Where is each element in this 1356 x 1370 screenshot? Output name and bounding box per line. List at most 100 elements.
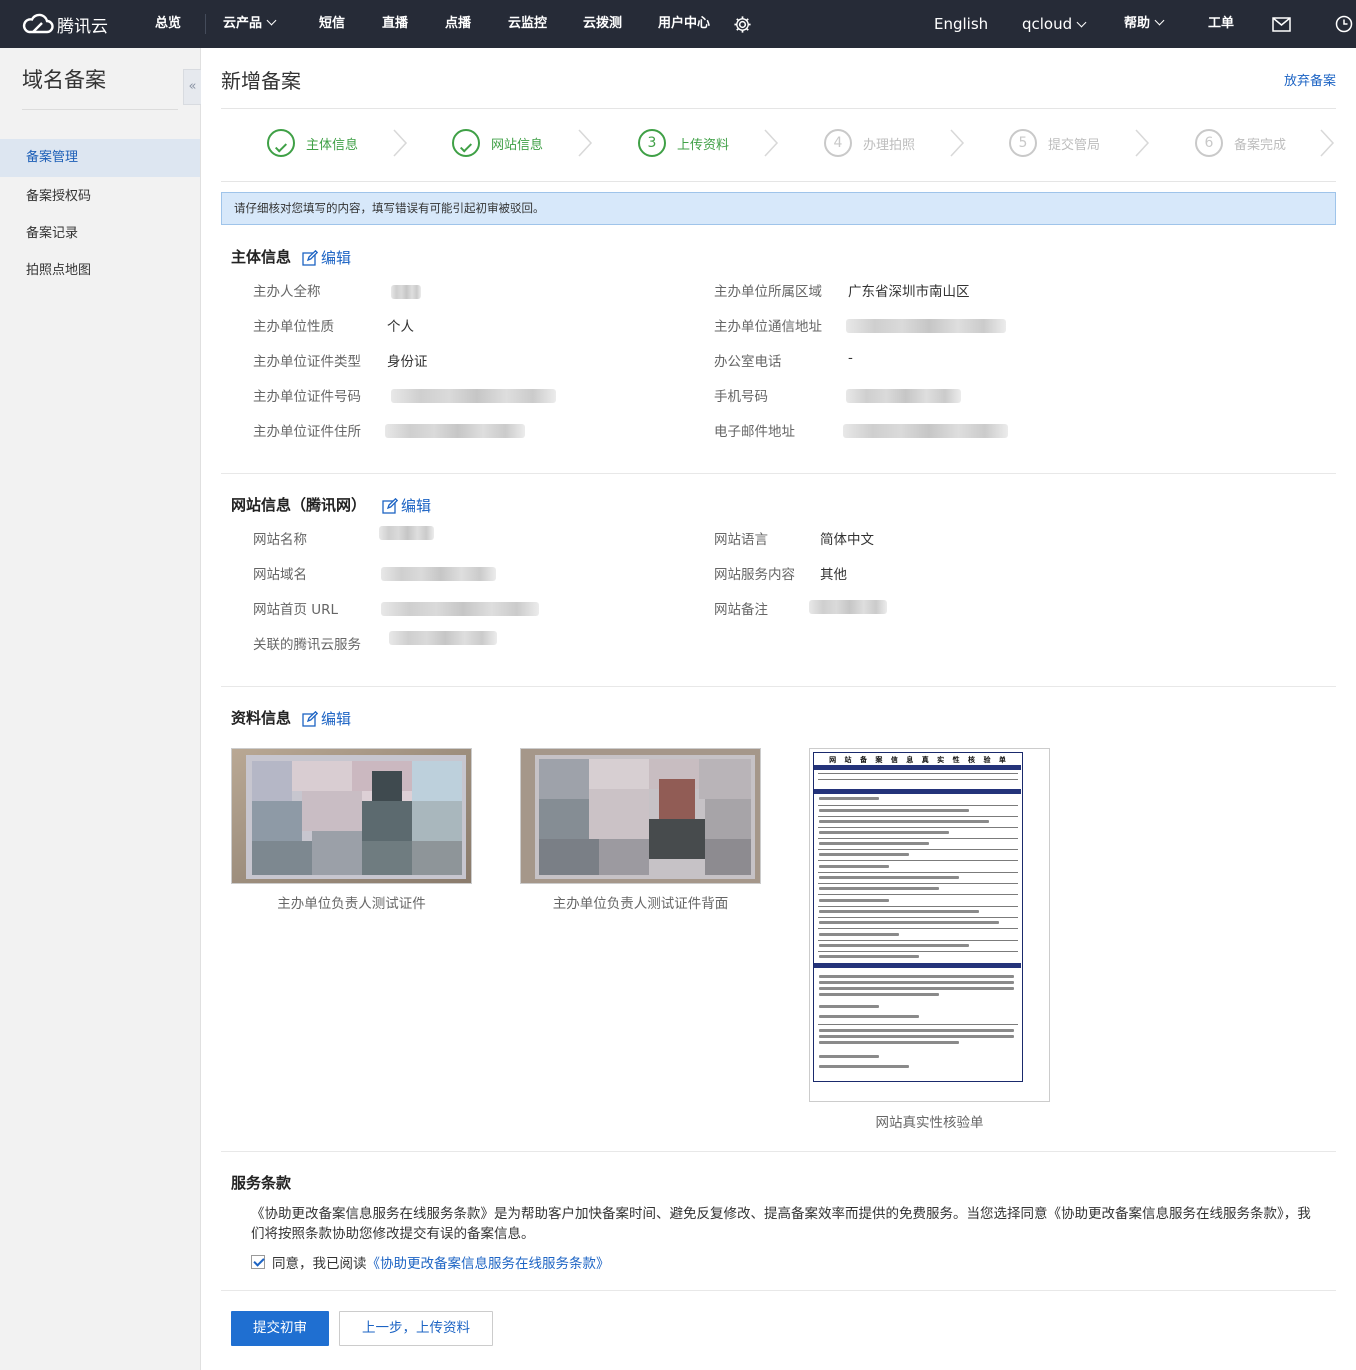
help-label: 帮助: [1124, 16, 1151, 31]
help-menu[interactable]: 帮助: [1124, 0, 1165, 48]
form-line: [818, 860, 1018, 861]
form-text: [819, 1065, 909, 1068]
step-arrow-icon: [1320, 129, 1335, 157]
edit-subject-link[interactable]: 编辑: [302, 247, 351, 268]
field-value: -: [848, 350, 853, 366]
redacted-value: [809, 600, 887, 614]
steps-divider: [221, 181, 1336, 182]
nav-sms[interactable]: 短信: [319, 0, 345, 48]
form-text: [819, 865, 889, 868]
step-photo: 4 办理拍照: [824, 128, 915, 158]
field-label: 网站名称: [253, 532, 307, 548]
id-card-front-image[interactable]: [231, 748, 472, 884]
sidebar-item-records[interactable]: 备案记录: [0, 215, 200, 253]
step-arrow-icon: [950, 129, 965, 157]
edit-materials-link[interactable]: 编辑: [302, 708, 351, 729]
nav-cloud-products[interactable]: 云产品: [223, 0, 277, 48]
form-text: [819, 975, 1014, 978]
edit-label: 编辑: [401, 497, 432, 515]
abandon-filing-link[interactable]: 放弃备案: [1284, 70, 1336, 89]
edit-icon: [302, 710, 318, 727]
form-line: [818, 940, 1018, 941]
form-text: [819, 910, 979, 913]
sidebar-item-photo-map[interactable]: 拍照点地图: [0, 252, 200, 290]
ticket-link[interactable]: 工单: [1208, 0, 1234, 48]
sidebar-item-auth-code[interactable]: 备案授权码: [0, 178, 200, 216]
form-text: [819, 1015, 919, 1018]
sidebar-item-filing-management[interactable]: 备案管理: [0, 139, 200, 177]
nav-overview[interactable]: 总览: [155, 0, 181, 48]
verification-form-image[interactable]: 网 站 备 案 信 息 真 实 性 核 验 单: [809, 748, 1050, 1102]
step-label: 网站信息: [491, 137, 544, 153]
edit-icon: [382, 497, 398, 514]
chevron-down-icon: [1076, 17, 1087, 28]
field-label: 主办单位证件住所: [253, 424, 361, 440]
form-line: [818, 816, 1018, 817]
history-clock-icon[interactable]: [1335, 15, 1353, 33]
form-text: [819, 1055, 879, 1058]
agree-checkbox[interactable]: [251, 1255, 265, 1269]
field-label: 网站首页 URL: [253, 602, 339, 618]
step-number: 3: [638, 129, 666, 157]
edit-icon: [302, 249, 318, 266]
field-label: 关联的腾讯云服务: [253, 637, 361, 653]
form-line: [818, 838, 1018, 839]
field-value: 个人: [387, 319, 414, 335]
redacted-value: [379, 526, 434, 540]
form-line: [818, 779, 1018, 780]
id-card-back-image[interactable]: [520, 748, 761, 884]
step-subject-info: 主体信息: [267, 128, 358, 158]
previous-step-button[interactable]: 上一步，上传资料: [339, 1311, 493, 1346]
field-label: 网站备注: [714, 602, 768, 618]
section-title-website: 网站信息（腾讯网）: [231, 496, 367, 514]
step-arrow-icon: [1135, 129, 1150, 157]
image-caption: 主办单位负责人测试证件背面: [552, 896, 729, 912]
submit-review-button[interactable]: 提交初审: [231, 1311, 329, 1346]
settings-gear-icon[interactable]: [733, 15, 752, 34]
form-line: [818, 805, 1018, 806]
form-text: [819, 933, 899, 936]
step-label: 备案完成: [1234, 137, 1287, 153]
sidebar-collapse-button[interactable]: «: [183, 69, 201, 105]
edit-website-link[interactable]: 编辑: [382, 495, 431, 516]
redacted-value: [846, 389, 961, 403]
form-line: [818, 951, 1018, 952]
section-title-subject: 主体信息: [231, 248, 292, 266]
terms-link[interactable]: 《协助更改备案信息服务在线服务条款》: [367, 1252, 610, 1272]
section-divider: [221, 1290, 1336, 1291]
form-text: [819, 797, 879, 800]
form-line: [818, 1024, 1018, 1025]
nav-vod[interactable]: 点播: [445, 0, 471, 48]
form-text: [819, 853, 909, 856]
form-header-bar: [814, 765, 1021, 770]
step-done-icon: [452, 129, 480, 157]
form-text: [819, 1035, 1014, 1038]
language-switch[interactable]: English: [934, 0, 988, 48]
form-title: 网 站 备 案 信 息 真 实 性 核 验 单: [829, 756, 1009, 764]
field-value: 身份证: [387, 354, 428, 370]
step-number: 6: [1195, 129, 1223, 157]
section-divider: [221, 686, 1336, 687]
form-text: [819, 987, 1014, 990]
brand-logo[interactable]: 腾讯云: [22, 11, 108, 37]
field-label: 主办单位通信地址: [714, 319, 822, 335]
nav-monitor[interactable]: 云监控: [508, 0, 547, 48]
nav-user-center[interactable]: 用户中心: [658, 0, 710, 48]
step-upload-materials: 3 上传资料: [638, 128, 729, 158]
section-divider: [221, 473, 1336, 474]
step-done-icon: [267, 129, 295, 157]
mail-icon[interactable]: [1272, 17, 1291, 32]
step-number: 5: [1009, 129, 1037, 157]
field-value: 广东省深圳市南山区: [848, 284, 970, 300]
section-divider: [221, 1151, 1336, 1152]
step-website-info: 网站信息: [452, 128, 543, 158]
section-title-terms: 服务条款: [231, 1174, 292, 1192]
nav-live[interactable]: 直播: [382, 0, 408, 48]
form-text: [819, 876, 959, 879]
account-menu[interactable]: qcloud: [1022, 0, 1087, 48]
field-label: 网站服务内容: [714, 567, 795, 583]
page-title: 新增备案: [221, 69, 301, 93]
nav-dial-test[interactable]: 云拨测: [583, 0, 622, 48]
terms-description: 《协助更改备案信息服务在线服务条款》是为帮助客户加快备案时间、避免反复修改、提高…: [251, 1206, 1311, 1242]
chevron-down-icon: [266, 15, 277, 26]
